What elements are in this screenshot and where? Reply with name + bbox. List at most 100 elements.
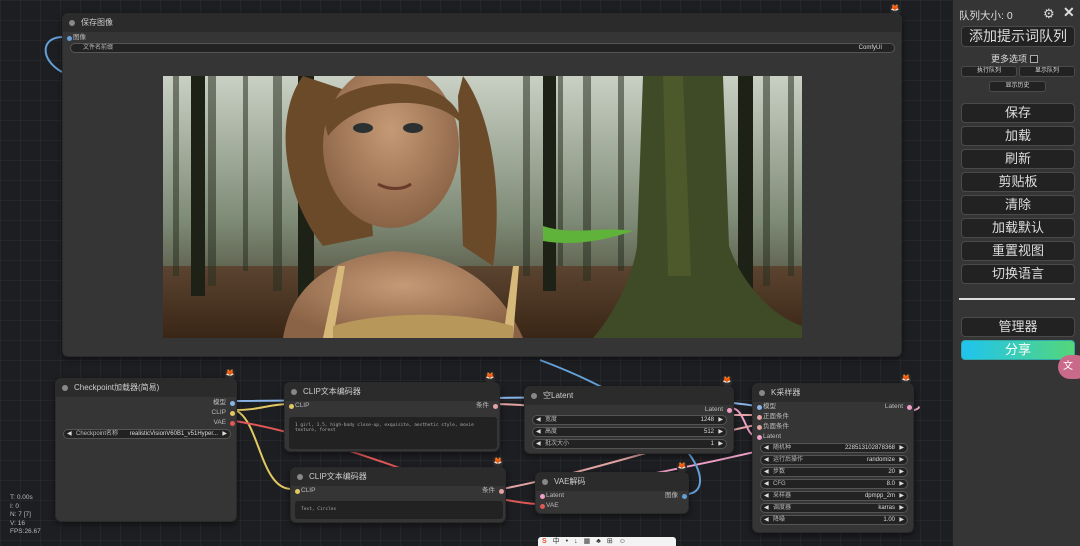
clipspace-button[interactable]: 剪贴板 (961, 172, 1075, 192)
arrow-left-icon[interactable]: ◀ (764, 516, 769, 524)
clear-button[interactable]: 清除 (961, 195, 1075, 215)
arrow-right-icon[interactable]: ▶ (718, 416, 723, 424)
node-title[interactable]: VAE解码 (536, 473, 688, 491)
share-button[interactable]: 分享 (961, 340, 1075, 360)
more-options-checkbox[interactable] (1030, 54, 1039, 63)
input-port-latent[interactable]: Latent (757, 433, 781, 441)
arrow-right-icon[interactable]: ▶ (899, 468, 904, 476)
empty-latent-node[interactable]: 空Latent Latent ◀ 宽度 1248 ▶ ◀ 高度 512 ▶ ◀ … (524, 386, 734, 454)
load-default-button[interactable]: 加载默认 (961, 218, 1075, 238)
arrow-right-icon[interactable]: ▶ (718, 440, 723, 448)
arrow-left-icon[interactable]: ◀ (764, 444, 769, 452)
arrow-left-icon[interactable]: ◀ (536, 416, 541, 424)
collapse-dot[interactable] (542, 479, 548, 485)
ime-punct[interactable]: • (566, 537, 568, 546)
arrow-right-icon[interactable]: ▶ (899, 516, 904, 524)
ime-emoji[interactable]: ☺ (619, 537, 626, 546)
output-port-clip[interactable]: CLIP (212, 409, 235, 417)
translate-icon[interactable]: 文 (1058, 355, 1080, 379)
prompt-textarea[interactable]: Text, Circles (295, 501, 503, 519)
arrow-left-icon[interactable]: ◀ (764, 492, 769, 500)
output-port-image[interactable]: 图像 (665, 492, 687, 500)
collapse-dot[interactable] (69, 20, 75, 26)
input-port-clip[interactable]: CLIP (295, 487, 315, 495)
node-title[interactable]: Checkpoint加载器(简易) (56, 379, 236, 397)
node-title[interactable]: 保存图像 (63, 14, 901, 32)
load-button[interactable]: 加载 (961, 126, 1075, 146)
scheduler-widget[interactable]: ◀ 调度器 karras ▶ (760, 503, 908, 513)
clip-text-encode-negative-node[interactable]: CLIP文本编码器 CLIP 条件 Text, Circles (290, 467, 506, 523)
arrow-left-icon[interactable]: ◀ (764, 468, 769, 476)
arrow-left-icon[interactable]: ◀ (67, 430, 72, 438)
steps-widget[interactable]: ◀ 步数 20 ▶ (760, 467, 908, 477)
arrow-right-icon[interactable]: ▶ (899, 492, 904, 500)
manager-button[interactable]: 管理器 (961, 317, 1075, 337)
input-port-image[interactable]: 图像 (67, 34, 86, 42)
arrow-right-icon[interactable]: ▶ (899, 480, 904, 488)
arrow-right-icon[interactable]: ▶ (899, 444, 904, 452)
view-history-button[interactable]: 显示历史 (989, 81, 1046, 92)
ksampler-node[interactable]: K采样器 模型 正面条件 负面条件 Latent Latent ◀ 随机种 22… (752, 383, 914, 533)
input-port-clip[interactable]: CLIP (289, 402, 309, 410)
input-port-positive[interactable]: 正面条件 (757, 413, 789, 421)
clip-text-encode-positive-node[interactable]: CLIP文本编码器 CLIP 条件 1 girl, 1.5, high-body… (284, 382, 500, 452)
checkpoint-name-widget[interactable]: ◀ Checkpoint名称 realisticVisionV60B1_v51H… (63, 429, 231, 439)
collapse-dot[interactable] (531, 393, 537, 399)
arrow-right-icon[interactable]: ▶ (899, 504, 904, 512)
arrow-right-icon[interactable]: ▶ (718, 428, 723, 436)
output-port-latent[interactable]: Latent (885, 403, 912, 411)
control-after-generate-widget[interactable]: ◀ 运行后操作 randomize ▶ (760, 455, 908, 465)
settings-gear-icon[interactable]: ⚙ (1043, 6, 1055, 22)
sampler-widget[interactable]: ◀ 采样器 dpmpp_2m ▶ (760, 491, 908, 501)
ime-language[interactable]: 中 (553, 537, 560, 546)
input-port-negative[interactable]: 负面条件 (757, 423, 789, 431)
arrow-right-icon[interactable]: ▶ (899, 456, 904, 464)
input-port-model[interactable]: 模型 (757, 403, 776, 411)
denoise-widget[interactable]: ◀ 降噪 1.00 ▶ (760, 515, 908, 525)
node-title[interactable]: K采样器 (753, 384, 913, 402)
reset-view-button[interactable]: 重置视图 (961, 241, 1075, 261)
filename-prefix-widget[interactable]: 文件名前缀 ComfyUI (70, 43, 895, 53)
ime-toolbox[interactable]: ⊞ (607, 537, 613, 546)
node-title[interactable]: CLIP文本编码器 (291, 468, 505, 486)
collapse-dot[interactable] (297, 474, 303, 480)
ime-keyboard[interactable]: ▦ (584, 537, 591, 546)
node-title[interactable]: 空Latent (525, 387, 733, 405)
output-port-model[interactable]: 模型 (213, 399, 235, 407)
arrow-left-icon[interactable]: ◀ (764, 504, 769, 512)
collapse-dot[interactable] (291, 389, 297, 395)
close-icon[interactable]: ✕ (1063, 4, 1075, 21)
collapse-dot[interactable] (759, 390, 765, 396)
output-port-conditioning[interactable]: 条件 (476, 402, 498, 410)
width-widget[interactable]: ◀ 宽度 1248 ▶ (532, 415, 727, 425)
arrow-left-icon[interactable]: ◀ (764, 456, 769, 464)
view-queue-button[interactable]: 显示队列 (1019, 66, 1075, 77)
prompt-textarea[interactable]: 1 girl, 1.5, high-body close-up, exquisi… (289, 417, 497, 449)
input-port-vae[interactable]: VAE (540, 502, 559, 510)
arrow-right-icon[interactable]: ▶ (222, 430, 227, 438)
height-widget[interactable]: ◀ 高度 512 ▶ (532, 427, 727, 437)
ime-logo-icon[interactable]: S (542, 537, 547, 546)
refresh-button[interactable]: 刷新 (961, 149, 1075, 169)
arrow-left-icon[interactable]: ◀ (536, 428, 541, 436)
ime-skin[interactable]: ♣ (596, 537, 601, 546)
output-port-latent[interactable]: Latent (705, 406, 732, 414)
collapse-dot[interactable] (62, 385, 68, 391)
vae-decode-node[interactable]: VAE解码 Latent VAE 图像 (535, 472, 689, 514)
save-image-node[interactable]: 保存图像 图像 文件名前缀 ComfyUI (62, 13, 902, 357)
arrow-left-icon[interactable]: ◀ (536, 440, 541, 448)
node-title[interactable]: CLIP文本编码器 (285, 383, 499, 401)
queue-prompt-button[interactable]: 添加提示词队列 (961, 26, 1075, 47)
batch-size-widget[interactable]: ◀ 批次大小 1 ▶ (532, 439, 727, 449)
arrow-left-icon[interactable]: ◀ (764, 480, 769, 488)
view-queue-exec-button[interactable]: 执行队列 (961, 66, 1017, 77)
input-port-latent[interactable]: Latent (540, 492, 564, 500)
save-button[interactable]: 保存 (961, 103, 1075, 123)
cfg-widget[interactable]: ◀ CFG 8.0 ▶ (760, 479, 908, 489)
ime-voice[interactable]: ↓ (574, 537, 578, 546)
output-port-conditioning[interactable]: 条件 (482, 487, 504, 495)
output-port-vae[interactable]: VAE (213, 419, 235, 427)
seed-widget[interactable]: ◀ 随机种 228513102878368 ▶ (760, 443, 908, 453)
checkpoint-loader-node[interactable]: Checkpoint加载器(简易) 模型 CLIP VAE ◀ Checkpoi… (55, 378, 237, 522)
switch-language-button[interactable]: 切换语言 (961, 264, 1075, 284)
